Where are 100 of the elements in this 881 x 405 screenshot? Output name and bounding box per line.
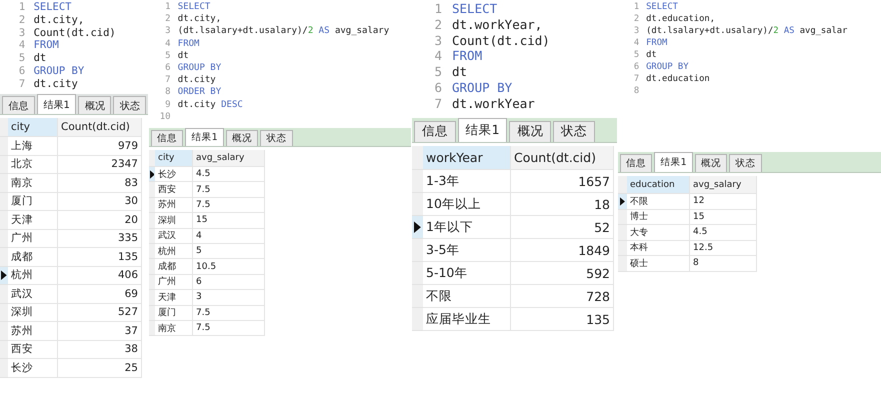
result-tab[interactable]: 信息 — [2, 96, 35, 114]
code-line: (dt.lsalary+dt.usalary)/2 AS avg_salary — [178, 25, 390, 38]
table-cell: 深圳 — [8, 304, 58, 322]
row-header[interactable] — [412, 216, 423, 239]
row-pointer-icon — [150, 170, 154, 179]
table-cell: 南京 — [155, 320, 193, 336]
table-cell: 1849 — [511, 239, 614, 262]
code-line: Count(dt.cid) — [452, 32, 550, 48]
result-tab[interactable]: 信息 — [151, 130, 184, 146]
column-header[interactable]: avg_salary — [193, 150, 265, 167]
table-cell: 应届毕业生 — [423, 308, 511, 331]
line-number: 7 — [632, 73, 640, 85]
line-number: 7 — [18, 78, 26, 91]
result-tab[interactable]: 结果1 — [654, 152, 693, 172]
column-header[interactable]: city — [8, 118, 58, 137]
line-number: 2 — [164, 13, 172, 26]
result-tab[interactable]: 信息 — [620, 154, 652, 172]
code-line: dt — [646, 49, 657, 61]
line-number: 2 — [433, 16, 443, 33]
table-cell: 135 — [58, 248, 142, 266]
code-line: SELECT — [452, 1, 498, 17]
table-cell: 博士 — [627, 210, 690, 225]
result-tab[interactable]: 概况 — [226, 130, 258, 146]
result-tab[interactable]: 状态 — [553, 120, 595, 142]
result-tab[interactable]: 结果1 — [458, 118, 508, 142]
row-pointer-icon — [1, 270, 7, 280]
table-cell: 4 — [193, 228, 265, 244]
table-cell: 南京 — [8, 174, 58, 192]
table-cell: 北京 — [8, 156, 58, 174]
column-header[interactable]: education — [627, 176, 690, 194]
row-header — [412, 146, 423, 170]
table-cell: 1657 — [511, 170, 614, 193]
code-line: dt.education — [646, 73, 710, 85]
table-cell: 979 — [58, 137, 142, 156]
code-line: Count(dt.cid) — [34, 26, 116, 40]
code-line: ORDER BY — [178, 86, 222, 99]
line-number: 5 — [433, 64, 443, 80]
table-cell: 6 — [193, 274, 265, 290]
code-line: dt.education, — [646, 13, 715, 25]
table-cell: 3 — [193, 290, 265, 306]
table-cell: 苏州 — [155, 198, 193, 214]
code-line: (dt.lsalary+dt.usalary)/2 AS avg_salar — [646, 25, 848, 37]
result-tab[interactable]: 概况 — [78, 96, 112, 114]
line-number: 6 — [632, 61, 640, 73]
table-cell: 527 — [58, 304, 142, 322]
line-number: 4 — [433, 48, 443, 64]
row-pointer-icon — [414, 220, 421, 234]
table-cell: 2347 — [58, 156, 142, 174]
line-number: 5 — [164, 50, 172, 62]
table-cell: 武汉 — [8, 285, 58, 304]
table-cell: 本科 — [627, 240, 690, 256]
column-header[interactable]: city — [155, 150, 193, 167]
result-tab[interactable]: 信息 — [414, 120, 456, 142]
code-line: GROUP BY — [34, 64, 84, 78]
line-number: 8 — [164, 86, 172, 99]
table-cell: 厦门 — [155, 306, 193, 321]
column-header[interactable]: avg_salary — [690, 176, 757, 194]
code-line: SELECT — [178, 1, 210, 14]
row-pointer-icon — [620, 196, 625, 206]
line-number: 4 — [632, 37, 640, 49]
line-number: 2 — [632, 13, 640, 25]
row-header[interactable] — [618, 194, 627, 210]
row-header — [618, 176, 627, 194]
table-cell: 20 — [58, 211, 142, 230]
line-number: 3 — [632, 25, 640, 37]
column-header[interactable]: workYear — [423, 146, 511, 170]
column-header[interactable]: Count(dt.cid) — [58, 118, 142, 137]
table-cell: 厦门 — [8, 192, 58, 211]
line-number: 5 — [632, 49, 640, 61]
table-cell: 12 — [690, 194, 757, 210]
column-header[interactable]: Count(dt.cid) — [511, 146, 614, 170]
result-tab[interactable]: 状态 — [729, 154, 762, 172]
result-tab[interactable]: 结果1 — [37, 94, 76, 114]
row-header[interactable] — [0, 266, 8, 285]
line-number: 5 — [18, 52, 26, 65]
result-tab[interactable]: 概况 — [694, 154, 728, 172]
code-line: FROM — [34, 39, 59, 52]
line-number: 4 — [164, 38, 172, 50]
code-line: SELECT — [34, 1, 72, 14]
row-header[interactable] — [149, 167, 155, 182]
result-tab[interactable]: 状态 — [113, 96, 146, 114]
code-line: dt.city DESC — [178, 98, 243, 111]
table-cell: 成都 — [155, 259, 193, 275]
table-cell: 52 — [511, 216, 614, 239]
line-number: 3 — [433, 32, 443, 48]
line-number: 1 — [164, 1, 172, 14]
code-line: FROM — [646, 37, 668, 49]
table-cell: 4.5 — [690, 225, 757, 240]
table-cell: 7.5 — [193, 198, 265, 214]
table-cell: 不限 — [423, 285, 511, 308]
result-tab[interactable]: 概况 — [509, 120, 552, 142]
result-tab[interactable]: 状态 — [260, 130, 293, 146]
line-number: 6 — [18, 64, 26, 78]
line-number: 7 — [433, 96, 443, 112]
table-cell: 406 — [58, 266, 142, 285]
line-number: 3 — [164, 25, 172, 38]
table-cell: 38 — [58, 340, 142, 359]
line-number: 1 — [433, 1, 443, 17]
result-tab[interactable]: 结果1 — [185, 128, 224, 146]
table-cell: 18 — [511, 193, 614, 216]
